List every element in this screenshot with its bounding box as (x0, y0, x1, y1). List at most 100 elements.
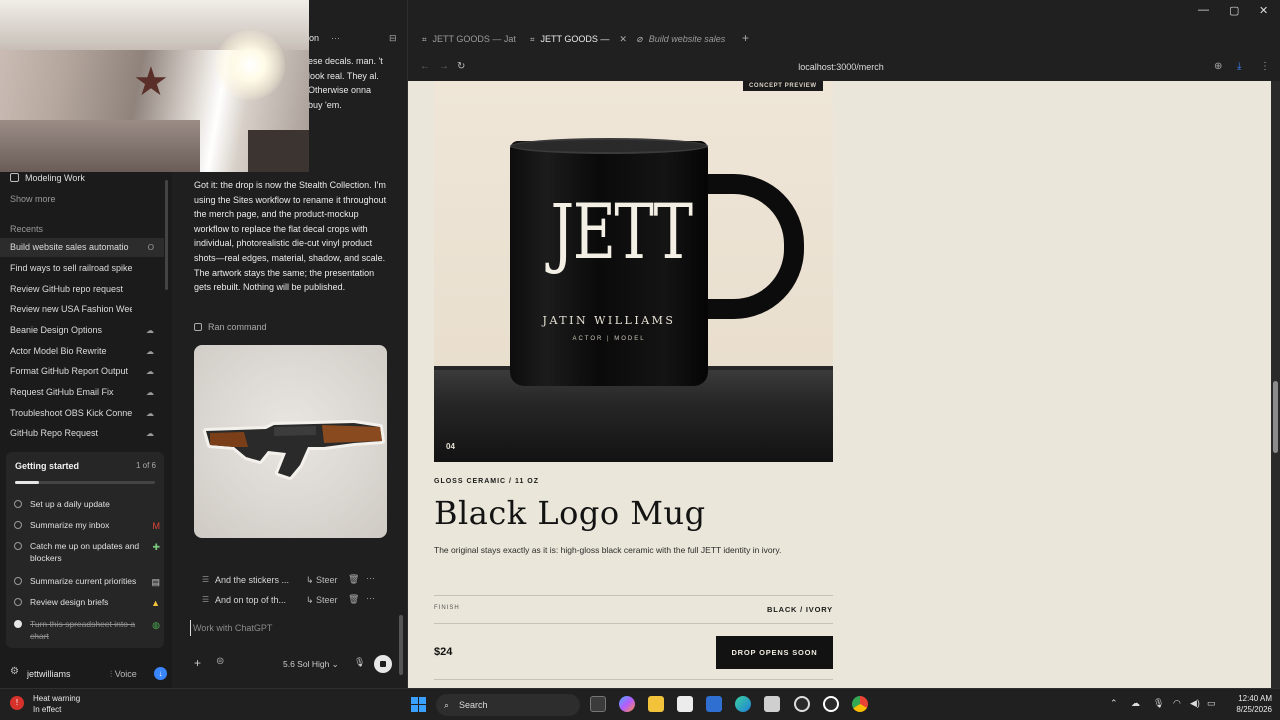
loading-icon: O (147, 243, 154, 252)
recent-item[interactable]: Format GitHub Report Output ☁ (0, 362, 164, 381)
close-tab-icon[interactable]: ✕ (619, 34, 627, 44)
drop-opens-soon-button[interactable]: DROP OPENS SOON (716, 636, 833, 669)
minimize-icon[interactable]: — (1198, 4, 1209, 16)
queued-message[interactable]: ☰ And the stickers ... ↳ Steer 🗑 ··· (194, 572, 382, 590)
edge-icon[interactable] (735, 696, 751, 712)
recent-item[interactable]: GitHub Repo Request ☁ (0, 424, 164, 443)
chat-input[interactable] (190, 620, 390, 636)
terminal-icon (194, 323, 202, 331)
copilot-icon[interactable] (619, 696, 635, 712)
webcam-overlay: ★ (0, 0, 309, 172)
getting-started-count: 1 of 6 (135, 461, 156, 470)
microphone-icon[interactable]: 🎙 (1153, 698, 1164, 709)
delete-icon[interactable]: 🗑 (348, 574, 359, 585)
model-selector[interactable]: 5.6 Sol High ⌄ (283, 659, 339, 670)
weather-widget[interactable]: ! Heat warning In effect (10, 693, 80, 715)
taskbar-search[interactable]: ⌕ Search (436, 694, 580, 716)
reload-icon[interactable]: ↻ (457, 61, 465, 72)
tools-icon[interactable]: ⊜ (216, 656, 224, 667)
download-icon[interactable]: ⤓ (1237, 61, 1241, 72)
getting-started-card: Getting started 1 of 6 Set up a daily up… (6, 452, 164, 648)
checked-icon[interactable] (14, 620, 22, 628)
recents-label: Recents (10, 224, 44, 234)
recent-item[interactable]: Review new USA Fashion Week sit (0, 300, 164, 319)
recent-item[interactable]: Review GitHub repo request (0, 280, 164, 299)
page-scrollbar[interactable] (1271, 81, 1280, 688)
sidebar-item-modeling-work[interactable]: Modeling Work (10, 173, 160, 183)
checkbox-icon[interactable] (14, 577, 22, 585)
panel-toggle-icon[interactable]: ⊟ (389, 33, 397, 44)
more-icon[interactable]: ··· (366, 573, 375, 583)
product-title: Black Logo Mug (434, 494, 706, 532)
queue-icon: ☰ (202, 575, 210, 584)
recent-item[interactable]: Request GitHub Email Fix ☁ (0, 383, 164, 402)
battery-icon[interactable]: ▭ (1207, 698, 1216, 709)
queued-message[interactable]: ☰ And on top of th... ↳ Steer 🗑 ··· (194, 592, 382, 610)
sticker-preview-image[interactable] (194, 345, 387, 538)
tray-overflow-icon[interactable]: ⌃ (1110, 698, 1118, 709)
mug-logo: JETT (550, 187, 694, 276)
checkbox-icon[interactable] (14, 542, 22, 550)
download-icon[interactable]: ↓ (154, 667, 167, 680)
ran-command-toggle[interactable]: Ran command (194, 322, 267, 332)
delete-icon[interactable]: 🗑 (348, 594, 359, 605)
system-clock[interactable]: 12:40 AM 8/25/2026 (1222, 693, 1272, 715)
checkbox-icon[interactable] (14, 521, 22, 529)
checkbox-icon[interactable] (14, 598, 22, 606)
file-explorer-icon[interactable] (648, 696, 664, 712)
show-more-link[interactable]: Show more (10, 194, 160, 204)
warning-icon: ! (10, 696, 24, 710)
recent-item[interactable]: Troubleshoot OBS Kick Connection☁ (0, 404, 164, 423)
checkbox-icon[interactable] (14, 500, 22, 508)
voice-button[interactable]: ⫶ Voice (110, 669, 137, 680)
chatgpt-app-icon[interactable] (823, 696, 839, 712)
chatgpt-icon[interactable] (794, 696, 810, 712)
more-icon[interactable]: ··· (331, 33, 340, 43)
chrome-icon[interactable] (852, 696, 868, 712)
forward-icon[interactable]: → (439, 61, 449, 72)
divider (434, 623, 833, 624)
checklist-item[interactable]: Turn this spreadsheet into a chart ◍ (14, 618, 160, 642)
microphone-icon[interactable]: 🎙 (354, 657, 365, 668)
task-view-icon[interactable] (590, 696, 606, 712)
browser-tab-active[interactable]: ⌗ JETT GOODS — ✕ (530, 28, 627, 50)
back-icon[interactable]: ← (420, 61, 430, 72)
new-tab-icon[interactable]: + (742, 31, 749, 45)
address-bar[interactable]: localhost:3000/merch (738, 62, 944, 72)
steer-button[interactable]: ↳ Steer (306, 575, 338, 586)
wifi-icon[interactable]: ◠ (1173, 698, 1181, 709)
snipping-tool-icon[interactable] (764, 696, 780, 712)
chat-scrollbar[interactable] (399, 60, 403, 680)
maximize-icon[interactable]: ▢ (1229, 4, 1239, 17)
recent-item[interactable]: Build website sales automatio O (0, 238, 164, 257)
settings-icon[interactable]: ⚙ (10, 666, 19, 677)
product-image[interactable]: JETT JATIN WILLIAMS ACTOR | MODEL 04 CON… (434, 81, 833, 462)
recent-item[interactable]: Actor Model Bio Rewrite ☁ (0, 342, 164, 361)
close-window-icon[interactable]: ✕ (1259, 4, 1268, 17)
steer-button[interactable]: ↳ Steer (306, 595, 338, 606)
onedrive-icon[interactable]: ☁ (1131, 698, 1140, 709)
mug-name: JATIN WILLIAMS (542, 314, 676, 327)
browser-tab[interactable]: ⌗ JETT GOODS — Jat (422, 28, 516, 50)
divider (434, 595, 833, 596)
extensions-icon[interactable]: ⊕ (1214, 61, 1222, 72)
checklist-item[interactable]: Catch me up on updates and blockers ✚ (14, 540, 160, 564)
add-attachment-icon[interactable]: + (194, 656, 201, 670)
browser-tab[interactable]: ⊘ Build website sales (636, 28, 725, 50)
cloud-icon: ☁ (146, 429, 154, 438)
stop-button[interactable] (374, 655, 392, 673)
user-row[interactable]: ⚙ jettwilliams ⫶ Voice ↓ (0, 664, 172, 684)
sidebar-scrollbar[interactable] (165, 180, 168, 290)
checklist-item[interactable]: Review design briefs ▲ (14, 596, 160, 608)
outlook-icon[interactable] (706, 696, 722, 712)
store-icon[interactable] (677, 696, 693, 712)
recent-item[interactable]: Beanie Design Options ☁ (0, 321, 164, 340)
start-button[interactable] (411, 697, 426, 712)
more-icon[interactable]: ··· (366, 593, 375, 603)
recent-item[interactable]: Find ways to sell railroad spikes (0, 259, 164, 278)
menu-icon[interactable]: ⋮ (1260, 61, 1270, 72)
volume-icon[interactable]: ◀) (1190, 698, 1200, 709)
checklist-item[interactable]: Summarize my inbox M (14, 519, 160, 531)
checklist-item[interactable]: Summarize current priorities ▤ (14, 575, 160, 587)
checklist-item[interactable]: Set up a daily update (14, 498, 160, 510)
